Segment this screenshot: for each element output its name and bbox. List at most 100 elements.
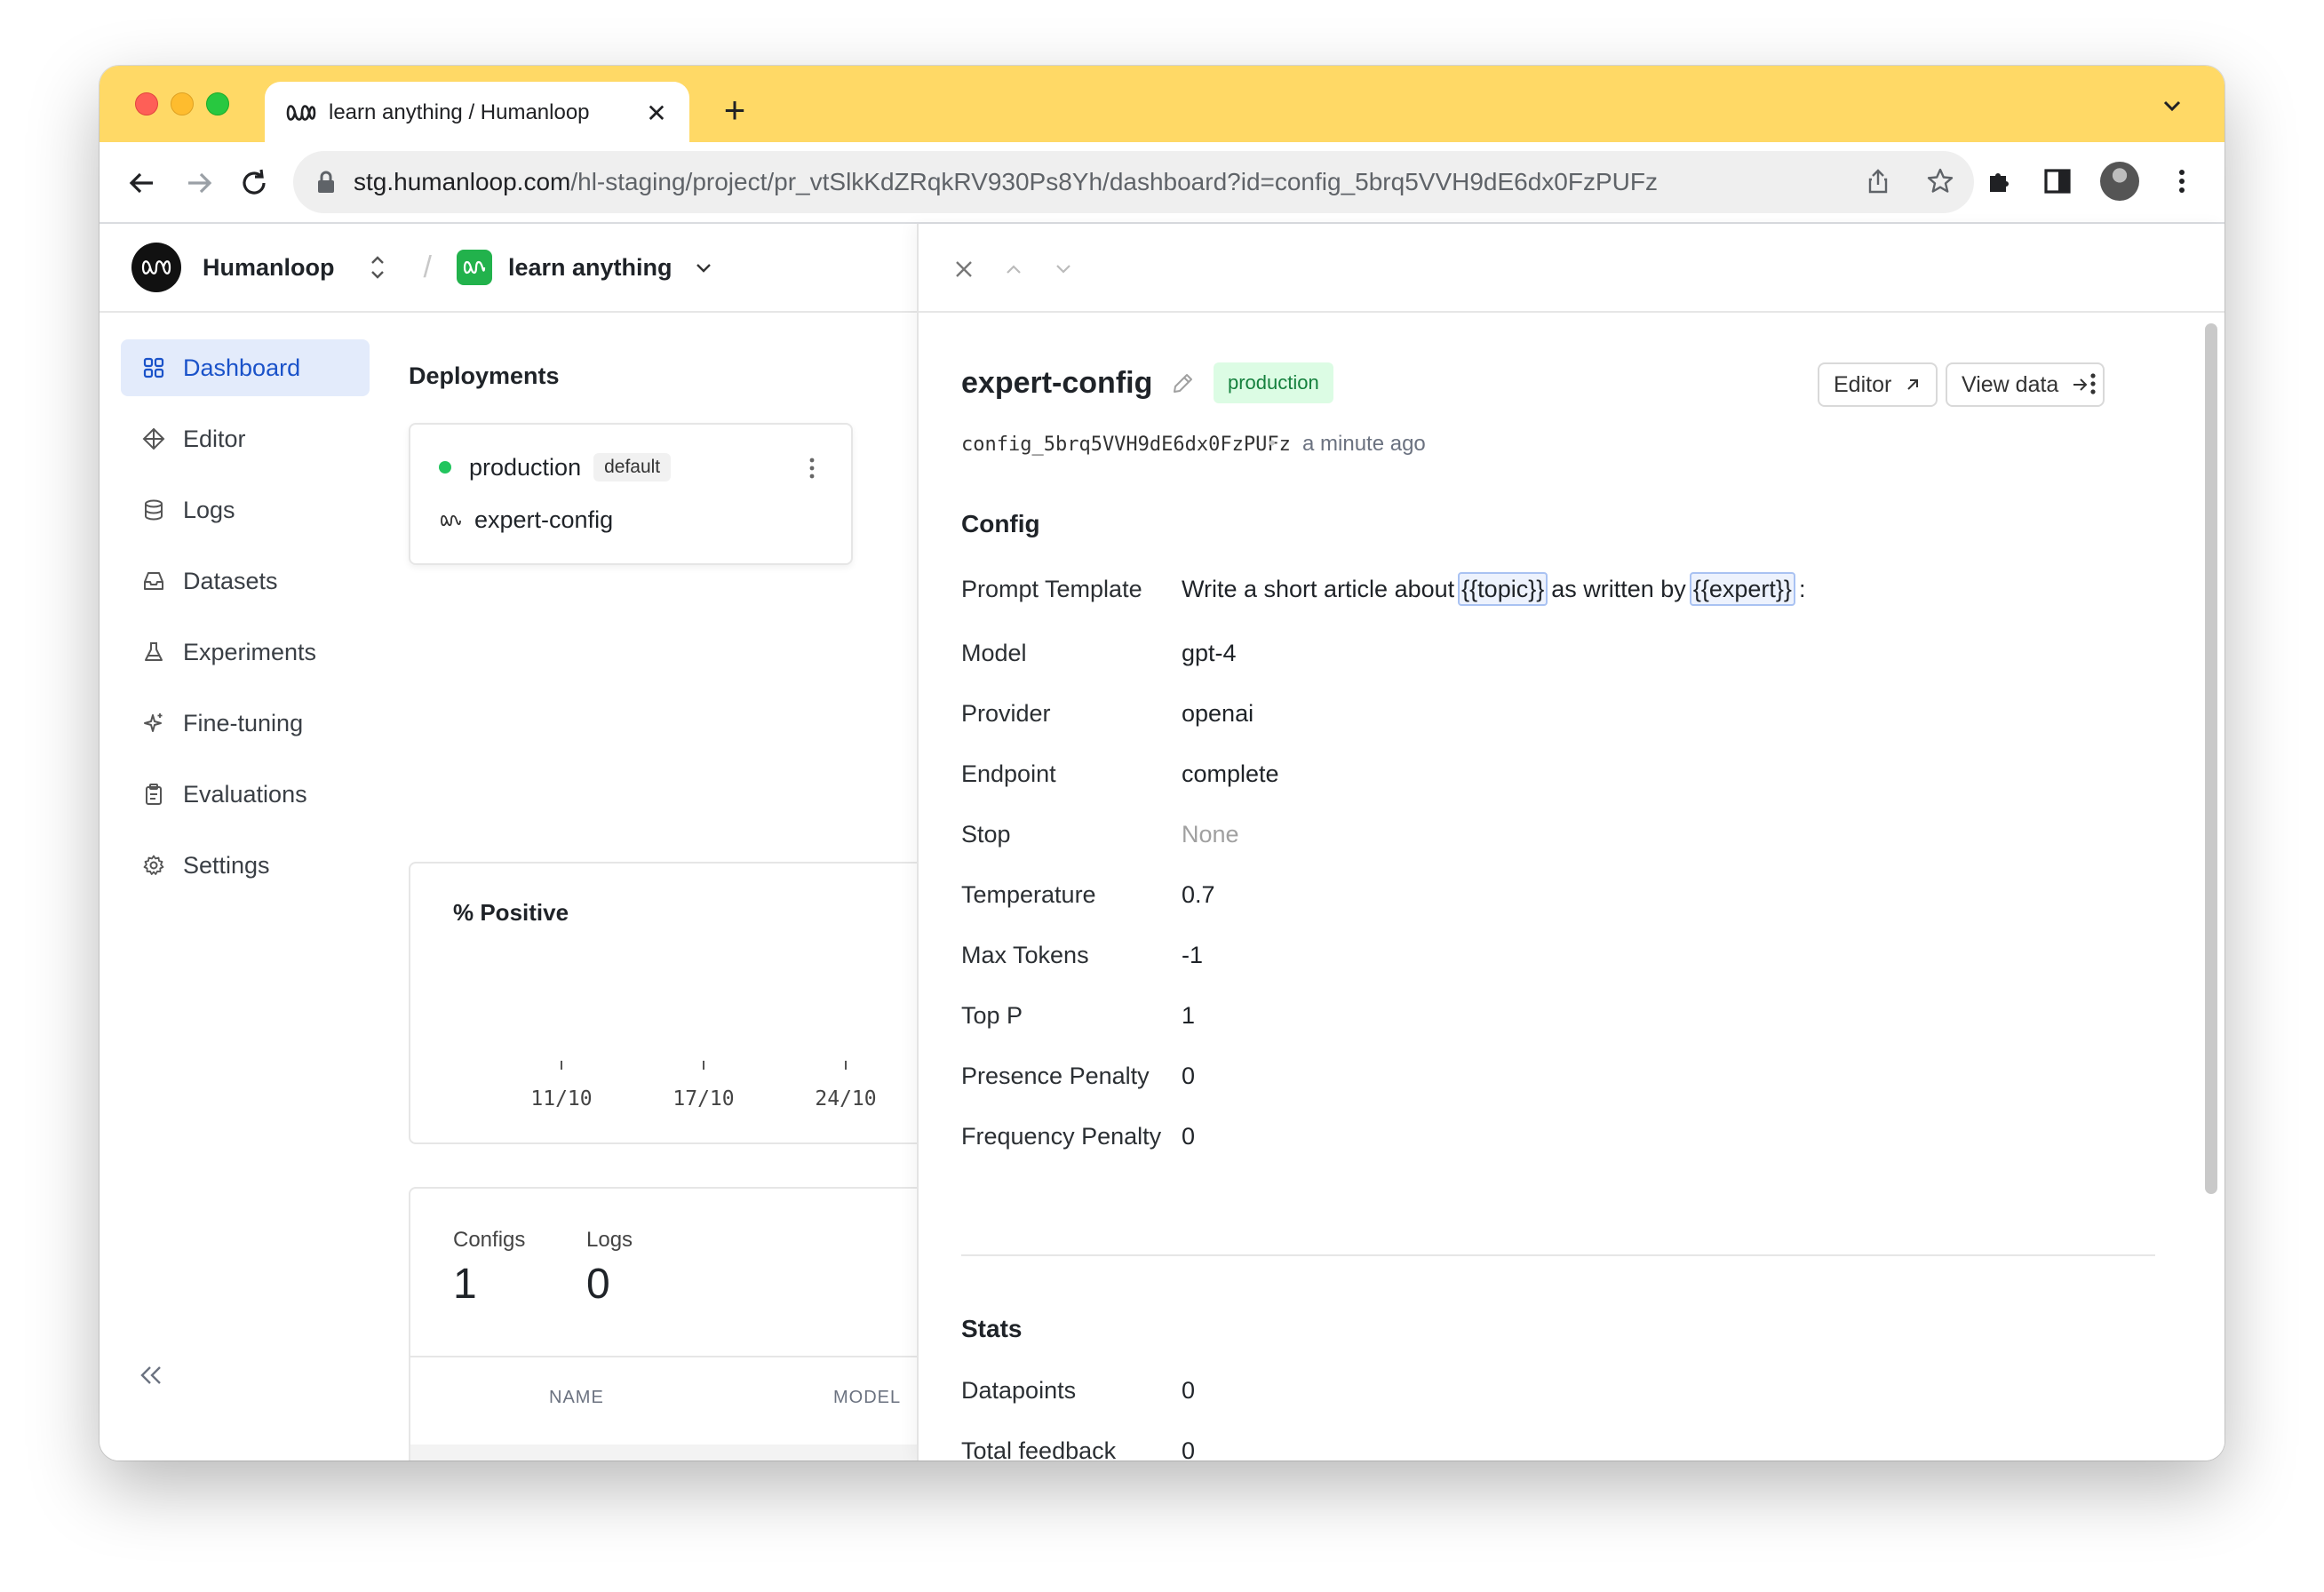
panel-scrollbar[interactable] (2205, 323, 2217, 1194)
back-arrow-icon[interactable] (123, 163, 162, 203)
column-header-name[interactable]: NAME (549, 1388, 604, 1408)
forward-arrow-icon[interactable] (179, 163, 219, 203)
topic-variable: {{topic}} (1458, 572, 1548, 606)
close-window-button[interactable] (135, 92, 158, 115)
address-bar[interactable]: stg.humanloop.com/hl-staging/project/pr_… (293, 151, 1974, 213)
config-section-title: Config (961, 510, 1040, 537)
max-tokens-value: -1 (1182, 942, 1204, 968)
chevron-down-icon[interactable] (693, 257, 714, 278)
url-text[interactable]: stg.humanloop.com/hl-staging/project/pr_… (354, 168, 1658, 196)
chart-canvas: 11/10 17/10 24/10 (530, 1061, 877, 1110)
deployment-environment: production default (439, 453, 672, 482)
positive-chart-card: % Positive 11/10 17/10 24/10 (409, 862, 917, 1144)
sparkles-icon (144, 713, 163, 732)
bookmark-star-icon[interactable] (1926, 167, 1954, 195)
sidebar-item-logs[interactable]: Logs (121, 482, 370, 538)
config-title: expert-config (961, 366, 1195, 401)
datapoints-value: 0 (1182, 1377, 1196, 1404)
more-vertical-icon[interactable] (2166, 165, 2198, 197)
x-tick-label: 24/10 (815, 1087, 876, 1110)
editor-button-label: Editor (1834, 371, 1892, 397)
datapoints-label: Datapoints (961, 1377, 1077, 1404)
endpoint-value: complete (1182, 760, 1279, 787)
sidebar-item-settings[interactable]: Settings (121, 837, 370, 894)
share-icon[interactable] (1864, 167, 1892, 195)
panel-body: expert-config production Editor View dat… (919, 313, 2198, 1461)
chevron-down-icon[interactable] (1052, 258, 1075, 281)
config-id[interactable]: config_5brq5VVH9dE6dx0FzPUFz (961, 434, 1291, 456)
sidebar-item-experiments[interactable]: Experiments (121, 624, 370, 681)
stop-label: Stop (961, 821, 1011, 848)
expert-variable: {{expert}} (1689, 572, 1795, 606)
sidebar-item-editor[interactable]: Editor (121, 410, 370, 467)
editor-button[interactable]: Editor (1818, 362, 1938, 407)
chevron-up-icon[interactable] (1002, 258, 1025, 281)
prompt-text: Write a short article about (1182, 576, 1455, 602)
reload-icon[interactable] (235, 163, 274, 203)
sidebar-item-label: Editor (183, 425, 246, 452)
minimize-window-button[interactable] (171, 92, 194, 115)
view-data-button[interactable]: View data (1946, 362, 2105, 407)
sidebar-item-label: Dashboard (183, 354, 301, 381)
provider-value: openai (1182, 700, 1254, 727)
close-tab-icon[interactable]: ✕ (643, 99, 670, 128)
sidebar-item-label: Settings (183, 851, 270, 879)
lock-icon[interactable] (316, 171, 336, 194)
sidebar-item-dashboard[interactable]: Dashboard (121, 339, 370, 396)
chevron-down-icon[interactable] (2159, 92, 2185, 119)
new-tab-button[interactable]: + (712, 85, 757, 135)
top-p-value: 1 (1182, 1002, 1196, 1029)
browser-tab[interactable]: learn anything / Humanloop ✕ (265, 82, 689, 144)
sidebar-item-datasets[interactable]: Datasets (121, 553, 370, 609)
table-row[interactable]: expert-config gpt-4 (410, 1445, 917, 1461)
pencil-icon[interactable] (1170, 371, 1195, 396)
column-header-model[interactable]: MODEL (833, 1388, 901, 1408)
sidebar-item-fine-tuning[interactable]: Fine-tuning (121, 695, 370, 752)
config-title-text: expert-config (961, 366, 1153, 400)
frequency-penalty-label: Frequency Penalty (961, 1123, 1162, 1150)
breadcrumb-separator: / (423, 250, 432, 284)
humanloop-favicon-icon (286, 105, 316, 121)
temperature-label: Temperature (961, 881, 1096, 908)
more-vertical-icon[interactable] (803, 453, 821, 483)
sidebar-item-evaluations[interactable]: Evaluations (121, 766, 370, 823)
project-name[interactable]: learn anything (508, 254, 673, 282)
extensions-puzzle-icon[interactable] (1983, 165, 2015, 197)
tray-icon (144, 572, 163, 590)
org-name[interactable]: Humanloop (203, 254, 335, 282)
database-icon (145, 499, 163, 521)
environment-badge: production (1214, 362, 1333, 403)
config-name: expert-config (474, 506, 614, 533)
logs-count: 0 (586, 1261, 610, 1308)
profile-avatar[interactable] (2100, 162, 2139, 201)
deployment-card[interactable]: production default expert-config (409, 423, 853, 565)
side-panel-icon[interactable] (2041, 165, 2073, 197)
configs-count: 1 (453, 1261, 477, 1308)
panel-header (919, 224, 2225, 313)
sidebar-item-label: Experiments (183, 638, 317, 665)
endpoint-label: Endpoint (961, 760, 1056, 787)
browser-toolbar: stg.humanloop.com/hl-staging/project/pr_… (99, 142, 2225, 224)
zoom-window-button[interactable] (206, 92, 229, 115)
presence-penalty-value: 0 (1182, 1063, 1196, 1089)
configs-card: Configs 1 Logs 0 NAME MODEL expert-confi… (409, 1187, 917, 1461)
deployment-config[interactable]: expert-config (439, 506, 613, 534)
project-logo-icon[interactable] (456, 250, 492, 285)
org-switcher-icon[interactable] (367, 252, 388, 283)
clipboard-icon (146, 784, 162, 805)
config-icon (441, 514, 461, 526)
provider-label: Provider (961, 700, 1051, 727)
tab-title: learn anything / Humanloop (329, 100, 590, 124)
collapse-sidebar-icon[interactable] (135, 1359, 167, 1391)
total-feedback-value: 0 (1182, 1437, 1196, 1461)
more-vertical-icon[interactable] (2084, 368, 2102, 400)
presence-penalty-label: Presence Penalty (961, 1063, 1150, 1089)
close-icon[interactable] (952, 258, 975, 281)
stop-value: None (1182, 821, 1239, 848)
humanloop-logo-icon[interactable] (131, 243, 181, 292)
prompt-template-value: Write a short article about {{topic}} as w… (1182, 572, 1805, 606)
prompt-text: : (1798, 576, 1806, 602)
sidebar-item-label: Evaluations (183, 780, 307, 808)
x-tick-label: 17/10 (673, 1087, 734, 1110)
stats-section-title: Stats (961, 1315, 1023, 1342)
